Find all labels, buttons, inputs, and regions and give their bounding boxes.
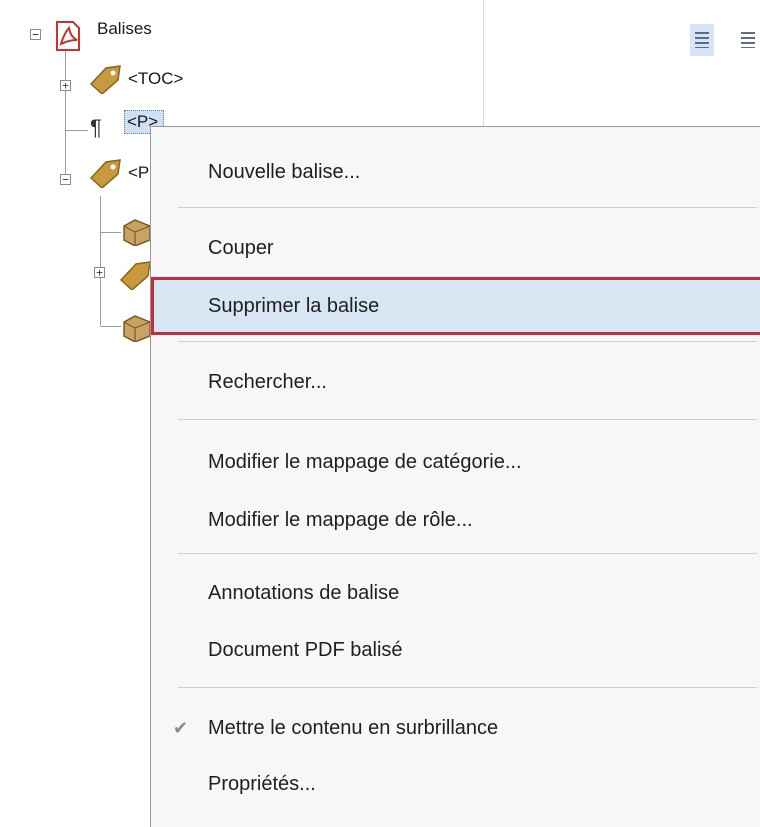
menu-item-label: Propriétés...	[208, 773, 316, 795]
menu-item-label: Modifier le mappage de rôle...	[208, 509, 473, 531]
menu-item-cut[interactable]: Couper	[151, 225, 760, 271]
menu-item-label: Rechercher...	[208, 371, 327, 393]
expand-toggle[interactable]: +	[60, 80, 71, 91]
menu-item-highlight-content[interactable]: ✔ Mettre le contenu en surbrillance	[151, 705, 760, 751]
menu-item-label: Couper	[208, 237, 274, 259]
menu-item-label: Modifier le mappage de catégorie...	[208, 451, 522, 473]
collapse-toggle[interactable]: −	[30, 29, 41, 40]
menu-item-tag-annotations[interactable]: Annotations de balise	[151, 570, 760, 616]
menu-item-label: Supprimer la balise	[208, 295, 380, 317]
menu-item-delete-tag[interactable]: Supprimer la balise	[151, 277, 760, 335]
menu-item-search[interactable]: Rechercher...	[151, 359, 760, 405]
tree-node-label[interactable]: <TOC>	[128, 68, 183, 90]
box-icon	[123, 315, 150, 342]
tag-icon	[89, 159, 121, 188]
menu-item-label: Nouvelle balise...	[208, 161, 361, 183]
collapse-toggle[interactable]: −	[60, 174, 71, 185]
menu-separator	[178, 341, 757, 342]
menu-item-edit-role-mapping[interactable]: Modifier le mappage de rôle...	[151, 497, 760, 543]
menu-item-properties[interactable]: Propriétés...	[151, 761, 760, 807]
menu-separator	[178, 553, 757, 554]
menu-item-label: Document PDF balisé	[208, 639, 403, 661]
checkmark-icon: ✔	[173, 718, 189, 738]
pdf-icon	[56, 21, 80, 51]
menu-item-new-tag[interactable]: Nouvelle balise...	[151, 149, 760, 195]
expand-toggle[interactable]: +	[94, 267, 105, 278]
menu-item-edit-category-mapping[interactable]: Modifier le mappage de catégorie...	[151, 439, 760, 485]
menu-separator	[178, 687, 757, 688]
menu-item-tagged-pdf[interactable]: Document PDF balisé	[151, 627, 760, 673]
justify-icon[interactable]	[736, 24, 760, 56]
tree-root-label[interactable]: Balises	[97, 18, 152, 40]
menu-item-label: Mettre le contenu en surbrillance	[208, 717, 499, 739]
menu-separator	[178, 207, 757, 208]
tree-node-label[interactable]: <P	[128, 162, 150, 184]
tag-icon	[89, 65, 121, 94]
align-left-icon[interactable]	[690, 24, 714, 56]
tag-icon	[119, 261, 151, 290]
menu-item-label: Annotations de balise	[208, 582, 400, 604]
menu-separator	[178, 419, 757, 420]
context-menu: Nouvelle balise... Couper Supprimer la b…	[150, 126, 760, 827]
box-icon	[123, 219, 150, 246]
paragraph-icon: ¶	[90, 115, 102, 140]
